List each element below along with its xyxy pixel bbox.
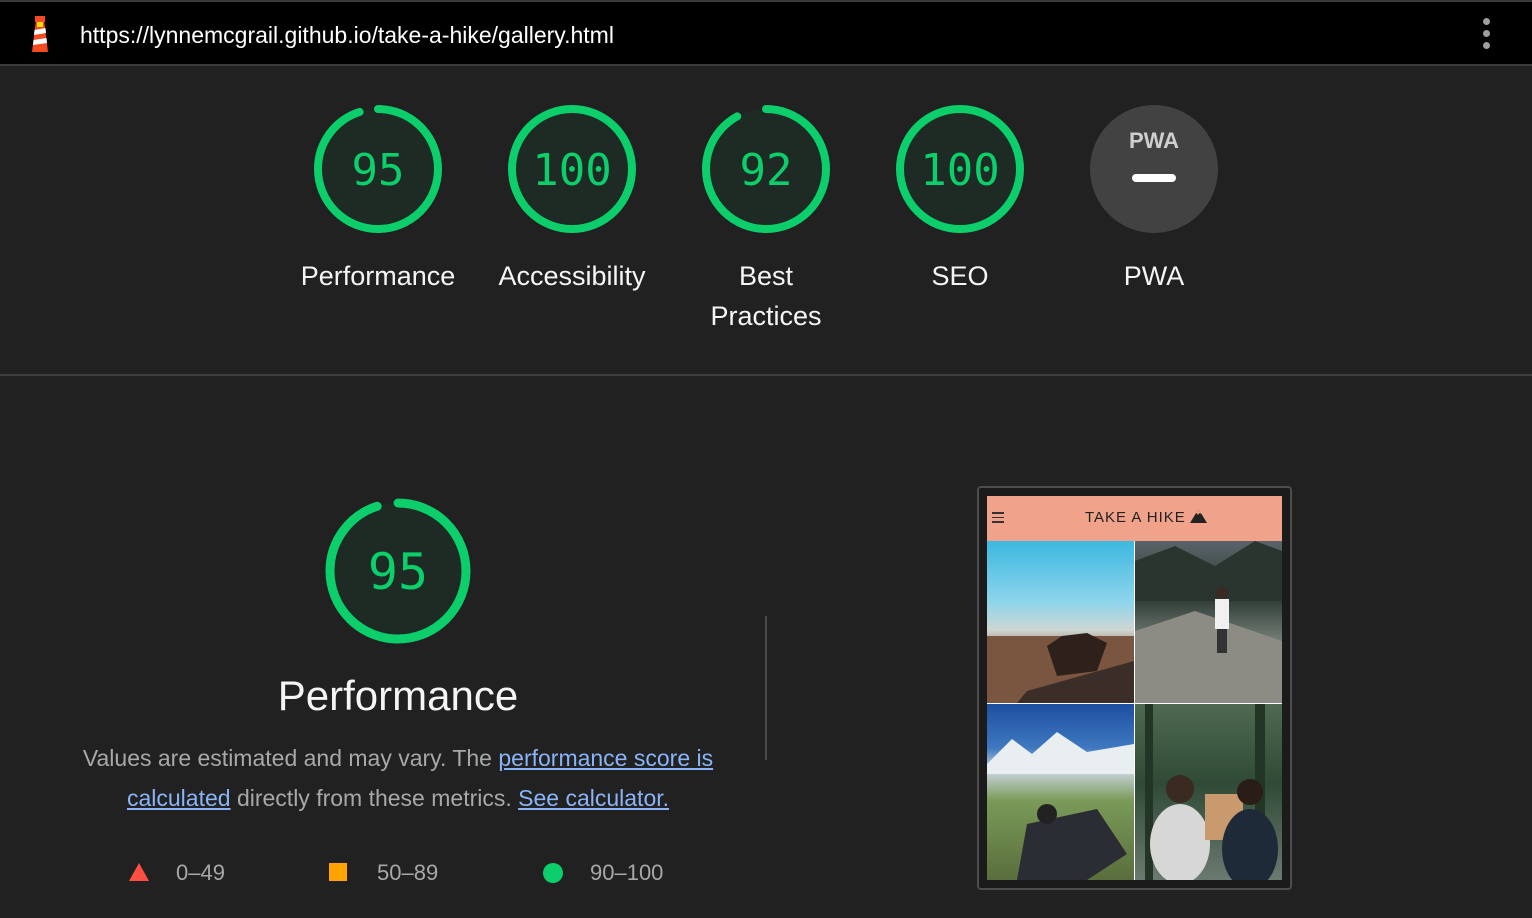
gauge-label: Accessibility xyxy=(498,261,646,291)
performance-title: Performance xyxy=(277,672,519,719)
gauge-label: Best Practices xyxy=(710,261,822,331)
site-brand: TAKE A HIKE xyxy=(1085,509,1186,526)
pwa-badge: PWA xyxy=(1090,105,1218,233)
gauge-score: 92 xyxy=(740,145,793,196)
gauge-label: SEO xyxy=(931,261,989,291)
performance-summary: 95 Performance Values are estimated and … xyxy=(60,498,736,818)
gauge-best-practices[interactable]: 92 Best Practices xyxy=(676,104,856,336)
performance-description: Values are estimated and may vary. The p… xyxy=(60,738,736,818)
gauge-accessibility[interactable]: 100 Accessibility xyxy=(482,104,662,296)
accessibility-gauge-ring: 100 xyxy=(508,105,636,233)
gauge-score: 100 xyxy=(920,145,999,196)
url-text[interactable]: https://lynnemcgrail.github.io/take-a-hi… xyxy=(80,22,614,49)
pwa-badge-text: PWA xyxy=(1129,128,1179,153)
gauge-seo[interactable]: 100 SEO xyxy=(870,104,1050,296)
gallery-photo xyxy=(1135,704,1282,880)
mountain-icon xyxy=(1190,509,1207,523)
legend-range: 90–100 xyxy=(590,860,664,885)
seo-gauge-ring: 100 xyxy=(896,105,1024,233)
gallery-photo xyxy=(987,704,1134,880)
performance-score: 95 xyxy=(368,543,428,601)
screenshot-page: TAKE A HIKE xyxy=(987,496,1282,880)
vertical-divider xyxy=(765,616,767,760)
circle-icon xyxy=(543,863,563,883)
description-text: Values are estimated and may vary. The xyxy=(82,745,499,771)
legend-range: 0–49 xyxy=(176,860,225,885)
gauge-score: 95 xyxy=(352,145,405,196)
score-gauges: 95 Performance 100 Accessibility 92 Best… xyxy=(0,66,1532,374)
square-icon xyxy=(329,863,347,881)
site-header: TAKE A HIKE xyxy=(987,496,1282,541)
legend-range: 50–89 xyxy=(377,860,439,885)
gauge-performance[interactable]: 95 Performance xyxy=(288,104,468,296)
hamburger-icon xyxy=(992,512,1004,524)
performance-large-gauge: 95 xyxy=(325,498,471,644)
section-divider xyxy=(0,374,1532,376)
gauge-label: PWA xyxy=(1123,261,1185,291)
gauge-pwa[interactable]: PWA PWA xyxy=(1064,104,1244,296)
gallery-photo xyxy=(987,541,1134,703)
lighthouse-icon xyxy=(32,16,48,52)
performance-gauge-ring: 95 xyxy=(314,105,442,233)
triangle-icon xyxy=(129,863,149,881)
best-practices-gauge-ring: 92 xyxy=(702,105,830,233)
final-screenshot[interactable]: TAKE A HIKE xyxy=(977,486,1292,890)
browser-toolbar: https://lynnemcgrail.github.io/take-a-hi… xyxy=(0,0,1532,66)
gauge-score: 100 xyxy=(532,145,611,196)
see-calculator-link[interactable]: See calculator. xyxy=(518,785,669,811)
pwa-dash-icon xyxy=(1132,174,1176,182)
gauge-label: Performance xyxy=(300,261,456,291)
kebab-menu-icon[interactable] xyxy=(1480,18,1492,52)
description-text: directly from these metrics. xyxy=(230,785,519,811)
gallery-photo xyxy=(1135,541,1282,703)
